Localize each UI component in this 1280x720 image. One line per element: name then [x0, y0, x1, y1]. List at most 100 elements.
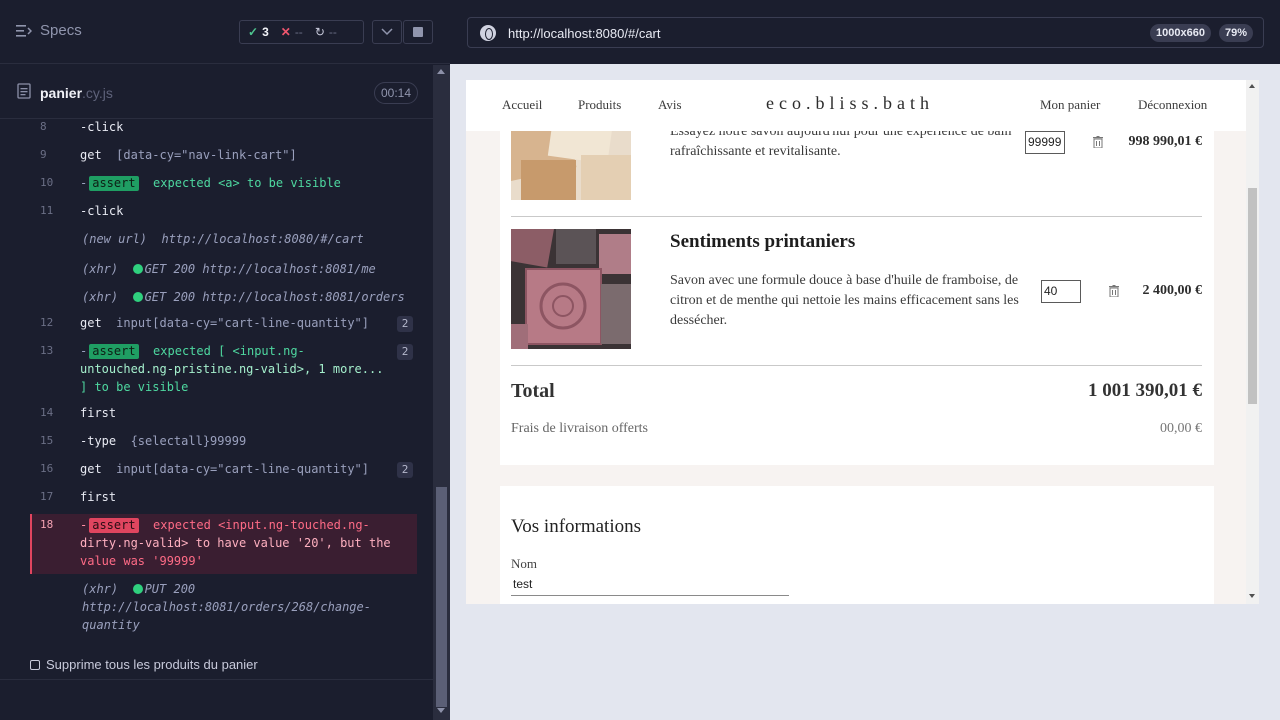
pending-icon: ↻	[314, 25, 325, 39]
command-row[interactable]: 12 get input[data-cy="cart-line-quantity…	[30, 314, 417, 332]
command-row[interactable]: (xhr) GET 200 http://localhost:8081/orde…	[30, 288, 417, 306]
passed-count: 3	[262, 25, 269, 39]
failed-command-row[interactable]: 18 - assert expected <input.ng-touched.ng…	[30, 516, 417, 570]
collapse-button[interactable]	[372, 20, 402, 44]
stop-button[interactable]	[403, 20, 433, 44]
spec-file-name: panier.cy.js	[40, 85, 113, 101]
aut-header: http://localhost:8080/#/cart 1000x660 79…	[450, 0, 1280, 64]
product-image	[511, 229, 631, 349]
cart-line-price: 2 400,00 €	[1142, 283, 1203, 298]
nav-link-reviews[interactable]: Avis	[658, 97, 682, 113]
nav-link-logout[interactable]: Déconnexion	[1138, 97, 1207, 113]
scroll-down-arrow-icon[interactable]	[1249, 594, 1255, 598]
failed-stat: ✕ --	[281, 25, 303, 39]
spec-bar: panier.cy.js 00:14	[0, 65, 433, 119]
suite-title-row[interactable]: Supprime tous les produits du panier	[30, 657, 258, 672]
command-row[interactable]: 15 -type {selectall}99999	[30, 432, 417, 450]
cart-line-quantity-input[interactable]: 99999	[1025, 131, 1065, 154]
command-number: 9	[40, 148, 47, 161]
globe-icon	[480, 25, 496, 41]
command-message: {selectall}99999	[130, 434, 247, 448]
status-dot-icon	[132, 292, 143, 302]
site-logo[interactable]: eco.bliss.bath	[766, 93, 934, 114]
spec-duration: 00:14	[374, 82, 419, 104]
command-kind: (new url)	[82, 232, 148, 246]
name-input[interactable]: test	[511, 574, 789, 596]
command-kind: (xhr)	[82, 262, 119, 276]
scroll-down-arrow-icon[interactable]	[437, 708, 445, 713]
assert-badge: assert	[89, 176, 139, 191]
command-message: GET 200 http://localhost:8081/me	[144, 262, 376, 276]
customer-info-card: Vos informations Nom test	[500, 486, 1214, 604]
command-number: 18	[40, 518, 54, 531]
pending-stat: ↻ --	[315, 25, 337, 39]
status-dot-icon	[132, 264, 143, 274]
command-number: 15	[40, 434, 54, 447]
command-row[interactable]: (new url) http://localhost:8080/#/cart	[30, 230, 417, 248]
scroll-up-arrow-icon[interactable]	[1249, 84, 1255, 88]
command-row[interactable]: 13 - assert expected [ <input.ng- untouch…	[30, 342, 417, 396]
zoom-badge[interactable]: 79%	[1219, 24, 1254, 42]
cart-line-price: 998 990,01 €	[1128, 134, 1203, 149]
command-message: PUT 200	[144, 582, 196, 596]
command-message: GET 200 http://localhost:8081/orders	[144, 290, 405, 304]
command-row[interactable]: (xhr) PUT 200 http://localhost:8081/orde…	[30, 580, 417, 634]
status-dot-icon	[132, 584, 143, 594]
trash-icon[interactable]	[1093, 136, 1103, 148]
specs-label: Specs	[40, 22, 82, 39]
check-icon: ✓	[248, 25, 259, 39]
cart-line-quantity-input[interactable]: 40	[1041, 280, 1081, 303]
divider	[0, 679, 433, 680]
command-message: input[data-cy="cart-line-quantity"]	[116, 462, 370, 476]
nav-link-products[interactable]: Produits	[578, 97, 621, 113]
command-row[interactable]: (xhr) GET 200 http://localhost:8081/me	[30, 260, 417, 278]
command-name: get	[80, 316, 102, 330]
cart-line: Sentiments printaniers Savon avec une fo…	[511, 229, 1202, 350]
shipping-value: 00,00 €	[1160, 421, 1202, 436]
command-row[interactable]: 11 -click	[30, 202, 417, 220]
command-name: first	[80, 406, 117, 420]
command-number: 13	[40, 344, 54, 357]
command-row[interactable]: 17 first	[30, 488, 417, 506]
nav-link-cart[interactable]: Mon panier	[1040, 97, 1100, 113]
command-message: ] to be visible	[80, 380, 189, 394]
command-message: expected <input.ng-touched.ng-	[153, 518, 370, 532]
stop-icon	[413, 27, 423, 37]
name-label: Nom	[511, 556, 537, 571]
command-log: 8 -click 9 get [data-cy="nav-link-cart"]…	[30, 120, 417, 639]
command-message: http://localhost:8080/#/cart	[161, 232, 364, 246]
command-message: expected [ <input.ng-	[153, 344, 305, 358]
app-scrollbar[interactable]	[1246, 80, 1259, 604]
viewport-size-badge[interactable]: 1000x660	[1150, 24, 1211, 42]
divider	[511, 216, 1202, 217]
reporter-header: Specs ✓ 3 ✕ -- ↻ --	[0, 0, 450, 64]
scroll-up-arrow-icon[interactable]	[437, 69, 445, 74]
site-navbar: Accueil Produits Avis eco.bliss.bath Mon…	[466, 80, 1246, 131]
command-number: 8	[40, 120, 47, 133]
app-frame: Accueil Produits Avis eco.bliss.bath Mon…	[466, 80, 1259, 604]
reporter-scrollbar[interactable]	[433, 65, 450, 720]
nav-link-home[interactable]: Accueil	[502, 97, 542, 113]
command-name: get	[80, 462, 102, 476]
command-row[interactable]: 16 get input[data-cy="cart-line-quantity…	[30, 460, 417, 478]
total-value: 1 001 390,01 €	[1088, 380, 1202, 401]
chevron-down-icon	[381, 28, 393, 36]
command-row[interactable]: 8 -click	[30, 120, 417, 136]
url-bar[interactable]: http://localhost:8080/#/cart 1000x660 79…	[467, 17, 1264, 48]
product-description: Savon avec une formule douce à base d'hu…	[670, 273, 1019, 328]
x-icon: ✕	[280, 25, 291, 39]
scrollbar-thumb[interactable]	[436, 487, 447, 707]
command-number: 16	[40, 462, 54, 475]
pending-count: --	[328, 25, 337, 39]
command-number: 11	[40, 204, 54, 217]
total-label: Total	[511, 380, 555, 402]
command-name: -click	[80, 204, 124, 218]
command-number: 14	[40, 406, 54, 419]
trash-icon[interactable]	[1109, 285, 1119, 297]
scrollbar-thumb[interactable]	[1248, 188, 1257, 404]
command-row[interactable]: 14 first	[30, 404, 417, 422]
command-row[interactable]: 10 - assert expected <a> to be visible	[30, 174, 417, 192]
specs-toggle-button[interactable]: Specs	[16, 22, 82, 39]
menu-icon	[16, 24, 32, 37]
command-row[interactable]: 9 get [data-cy="nav-link-cart"]	[30, 146, 417, 164]
